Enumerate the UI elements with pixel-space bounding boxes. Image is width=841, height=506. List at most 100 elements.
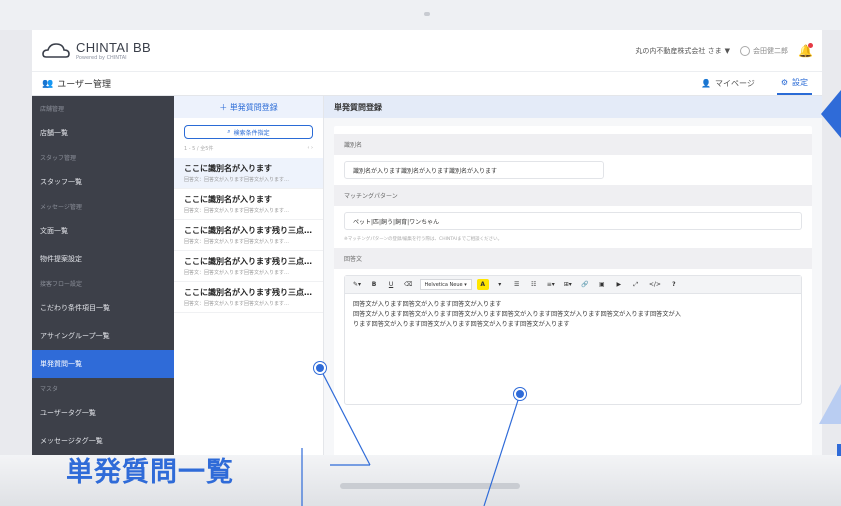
users-icon: 👥 <box>42 78 54 89</box>
callout-label: 単発質問一覧 <box>66 457 234 488</box>
settings-label: 設定 <box>792 78 808 87</box>
list-item-sub: 回答文：回答文が入ります回答文が入ります… <box>184 208 290 214</box>
sidebar-item-assign-groups[interactable]: アサイングループ一覧 <box>32 322 174 350</box>
company-selector[interactable]: 丸の内不動産株式会社 さま ▼ <box>635 46 730 56</box>
sidebar-group-label: スタッフ管理 <box>40 155 77 162</box>
sidebar-item-staff[interactable]: スタッフ一覧 <box>32 168 174 196</box>
link-icon[interactable]: 🔗 <box>579 279 591 290</box>
list-item[interactable]: ここに識別名が入ります残り三点… 回答文：回答文が入ります回答文が入ります… <box>174 251 323 282</box>
notification-bell-icon[interactable]: 🔔 <box>798 42 813 58</box>
decorative-triangle <box>819 384 841 424</box>
callout-dot <box>514 388 526 400</box>
help-icon[interactable]: ? <box>668 279 680 290</box>
answer-line: 回答文が入ります回答文が入ります回答文が入ります回答文が入ります回答文が入ります… <box>353 311 681 318</box>
caret-down-icon: ▼ <box>724 46 730 55</box>
underline-icon[interactable]: U <box>385 279 397 290</box>
eraser-icon[interactable]: ⌫ <box>402 279 414 290</box>
sidebar-group-label: メッセージ管理 <box>40 204 82 211</box>
mypage-label: マイページ <box>714 79 755 88</box>
code-view-icon[interactable]: </> <box>647 279 663 290</box>
text-color-icon[interactable]: A <box>476 279 489 290</box>
answer-label: 回答文 <box>334 248 812 269</box>
sidebar-group-label: 店舗管理 <box>40 106 65 113</box>
mypage-link[interactable]: 👤 マイページ <box>697 72 759 95</box>
sidebar-item-messages[interactable]: 文面一覧 <box>32 217 174 245</box>
user-menu[interactable]: 会田健二郎 <box>740 45 788 56</box>
logo-sub-text: Powered by CHINTAI <box>76 54 127 61</box>
list-item[interactable]: ここに識別名が入ります 回答文：回答文が入ります回答文が入ります… <box>174 158 323 189</box>
magic-wand-icon[interactable]: ✎▾ <box>351 279 363 290</box>
notification-badge <box>808 42 813 48</box>
sidebar-group-label: 接客フロー設定 <box>40 281 83 288</box>
question-form-pane: 単発質問登録 識別名 識別名が入ります識別名が入ります識別名が入ります マッチン… <box>324 96 822 460</box>
color-caret-icon[interactable]: ▾ <box>494 279 506 290</box>
sidebar: 店舗管理 店舗一覧 スタッフ管理 スタッフ一覧 メッセージ管理 文面一覧 物件提… <box>32 96 174 460</box>
add-question-button[interactable]: ＋ 単発質問登録 <box>174 96 323 118</box>
decorative-triangle <box>821 90 841 138</box>
pattern-note: ※マッチングパターンの登録/編集を行う際は、CHINTAIまでご相談ください。 <box>344 237 503 242</box>
laptop-notch <box>340 483 520 489</box>
search-filter-button[interactable]: ⌕ 検索条件指定 <box>184 125 313 139</box>
company-name: 丸の内不動産株式会社 さま <box>635 46 722 55</box>
camera-dot <box>424 12 430 16</box>
video-icon[interactable]: ▶ <box>613 279 625 290</box>
search-filter-label: 検索条件指定 <box>233 129 270 137</box>
callout-dot <box>314 362 326 374</box>
app-screen: CHINTAI BB Powered by CHINTAI 丸の内不動産株式会社… <box>32 30 822 460</box>
person-icon: 👤 <box>701 79 711 88</box>
pattern-input[interactable]: ペット|匹|飼う|飼育|ワンちゃん <box>344 212 802 230</box>
image-icon[interactable]: ▣ <box>596 279 608 290</box>
answer-line: ります回答文が入ります回答文が入ります回答文が入ります回答文が入ります <box>353 321 570 328</box>
paragraph-align-icon[interactable]: ≡▾ <box>545 279 557 290</box>
list-item-title: ここに識別名が入ります <box>184 164 272 173</box>
list-item-sub: 回答文：回答文が入ります回答文が入ります… <box>184 239 290 245</box>
sidebar-item-stores[interactable]: 店舗一覧 <box>32 119 174 147</box>
form-card: 識別名 識別名が入ります識別名が入ります識別名が入ります マッチングパターン ペ… <box>334 126 812 460</box>
list-item[interactable]: ここに識別名が入ります残り三点… 回答文：回答文が入ります回答文が入ります… <box>174 220 323 251</box>
fullscreen-icon[interactable]: ⤢ <box>630 279 642 290</box>
name-input[interactable]: 識別名が入ります識別名が入ります識別名が入ります <box>344 161 604 179</box>
bullet-list-icon[interactable]: ☰ <box>511 279 523 290</box>
answer-editor[interactable]: ✎▾ B U ⌫ Helvetica Neue ▾ A ▾ ☰ ☷ ≡▾ ⊞▾ … <box>344 275 802 405</box>
logo-main-text: CHINTAI BB <box>76 39 151 55</box>
list-item-title: ここに識別名が入ります <box>184 195 272 204</box>
decorative-bar <box>837 444 841 456</box>
sidebar-group-label: マスタ <box>40 386 59 393</box>
page-title: 👥 ユーザー管理 <box>42 77 112 91</box>
list-item-title: ここに識別名が入ります残り三点… <box>184 288 312 297</box>
user-avatar-icon <box>740 45 750 56</box>
gear-icon: ⚙ <box>780 78 788 87</box>
top-bar: CHINTAI BB Powered by CHINTAI 丸の内不動産株式会社… <box>32 30 822 72</box>
settings-tab[interactable]: ⚙ 設定 <box>776 72 812 95</box>
laptop-bezel <box>0 0 841 30</box>
font-select[interactable]: Helvetica Neue ▾ <box>419 279 472 290</box>
list-item-sub: 回答文：回答文が入ります回答文が入ります… <box>184 301 290 307</box>
bold-icon[interactable]: B <box>368 279 380 290</box>
main-body: 店舗管理 店舗一覧 スタッフ管理 スタッフ一覧 メッセージ管理 文面一覧 物件提… <box>32 96 822 460</box>
sidebar-item-single-questions[interactable]: 単発質問一覧 <box>32 350 174 378</box>
name-label: 識別名 <box>334 134 812 155</box>
pattern-label: マッチングパターン <box>334 185 812 206</box>
list-item[interactable]: ここに識別名が入ります残り三点… 回答文：回答文が入ります回答文が入ります… <box>174 282 323 313</box>
user-name: 会田健二郎 <box>753 46 788 55</box>
sidebar-item-property-proposal[interactable]: 物件提案設定 <box>32 245 174 273</box>
font-name: Helvetica Neue <box>424 281 463 288</box>
list-item-sub: 回答文：回答文が入ります回答文が入ります… <box>184 177 290 183</box>
answer-line: 回答文が入ります回答文が入ります回答文が入ります <box>353 301 502 308</box>
pager-arrows-icon[interactable]: ‹ › <box>307 145 313 152</box>
question-list-pane: ＋ 単発質問登録 ⌕ 検索条件指定 1 - 5 / 全5件 ‹ › ここに識別名… <box>174 96 324 460</box>
list-item[interactable]: ここに識別名が入ります 回答文：回答文が入ります回答文が入ります… <box>174 189 323 220</box>
table-icon[interactable]: ⊞▾ <box>562 279 574 290</box>
numbered-list-icon[interactable]: ☷ <box>528 279 540 290</box>
list-item-title: ここに識別名が入ります残り三点… <box>184 257 312 266</box>
answer-text[interactable]: 回答文が入ります回答文が入ります回答文が入ります 回答文が入ります回答文が入りま… <box>345 294 801 336</box>
list-item-sub: 回答文：回答文が入ります回答文が入ります… <box>184 270 290 276</box>
sidebar-item-preferences[interactable]: こだわり条件項目一覧 <box>32 294 174 322</box>
page-title-text: ユーザー管理 <box>57 80 112 90</box>
sidebar-item-user-tags[interactable]: ユーザータグ一覧 <box>32 399 174 427</box>
list-pagination: 1 - 5 / 全5件 ‹ › <box>174 143 323 158</box>
app-logo[interactable]: CHINTAI BB Powered by CHINTAI <box>42 41 151 61</box>
sub-header: 👥 ユーザー管理 👤 マイページ ⚙ 設定 <box>32 72 822 96</box>
editor-toolbar: ✎▾ B U ⌫ Helvetica Neue ▾ A ▾ ☰ ☷ ≡▾ ⊞▾ … <box>345 276 801 294</box>
form-title: 単発質問登録 <box>324 96 822 118</box>
